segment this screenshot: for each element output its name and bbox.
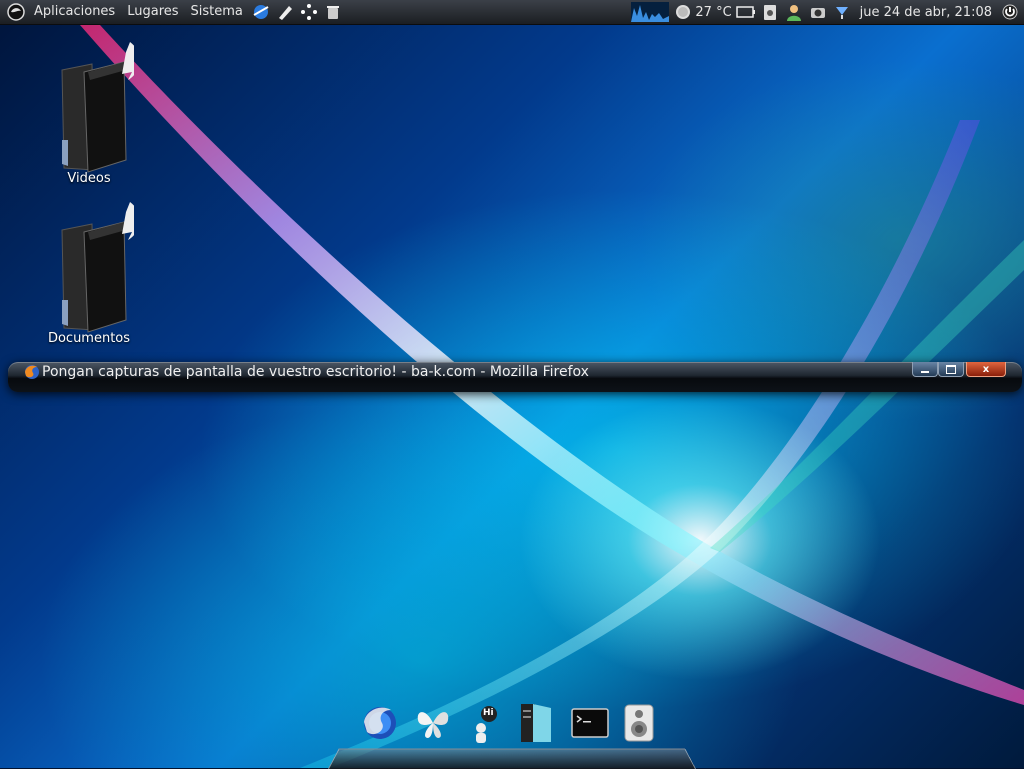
desktop-icon-videos[interactable]: Videos — [44, 40, 140, 186]
firefox-window-titlebar[interactable]: Pongan capturas de pantalla de vuestro e… — [8, 362, 1022, 392]
minimize-button[interactable] — [912, 362, 938, 377]
terminal-icon — [571, 708, 609, 742]
desktop-icon-label: Documentos — [47, 331, 131, 346]
close-button[interactable]: x — [966, 362, 1006, 377]
chat-bubble-text: Hi — [483, 708, 494, 718]
network-launcher-icon[interactable] — [299, 2, 319, 22]
dock-shelf — [328, 748, 696, 769]
close-icon: x — [982, 363, 990, 375]
butterfly-icon — [414, 704, 452, 746]
weather-icon[interactable] — [673, 2, 693, 22]
network-status-icon[interactable] — [832, 2, 852, 22]
clipboard-icon[interactable] — [760, 2, 780, 22]
screenshot-tool-icon[interactable] — [808, 2, 828, 22]
dock-item-terminal[interactable] — [570, 704, 610, 746]
maximize-icon — [946, 364, 956, 374]
firefox-icon — [361, 704, 399, 746]
dock-item-audio[interactable] — [619, 704, 659, 746]
browser-launcher-icon[interactable] — [251, 2, 271, 22]
main-menu-logo-icon[interactable] — [6, 2, 26, 22]
user-switcher-icon[interactable] — [784, 2, 804, 22]
minimize-icon — [921, 371, 929, 373]
dock-item-messenger[interactable] — [413, 704, 453, 746]
top-panel: Aplicaciones Lugares Sistema 27 °C jue 2… — [0, 0, 1024, 25]
speaker-icon — [622, 703, 656, 747]
chat-icon: Hi — [464, 706, 502, 744]
maximize-button[interactable] — [938, 362, 964, 377]
folder-icon — [44, 40, 140, 175]
clock[interactable]: jue 24 de abr, 21:08 — [854, 5, 998, 20]
book-icon — [517, 702, 555, 748]
menu-sistema[interactable]: Sistema — [185, 0, 249, 24]
weather-temperature[interactable]: 27 °C — [695, 5, 731, 20]
desktop-icon-documentos[interactable]: Documentos — [44, 200, 140, 346]
dock-item-chat[interactable]: Hi — [463, 704, 503, 746]
folder-icon — [44, 200, 140, 335]
window-title: Pongan capturas de pantalla de vuestro e… — [42, 364, 589, 380]
text-editor-launcher-icon[interactable] — [275, 2, 295, 22]
system-monitor-icon[interactable] — [631, 2, 670, 22]
power-icon[interactable] — [1000, 2, 1020, 22]
firefox-icon — [24, 364, 40, 380]
menu-lugares[interactable]: Lugares — [121, 0, 184, 24]
trash-launcher-icon[interactable] — [323, 2, 343, 22]
panel-tray: 27 °C jue 24 de abr, 21:08 — [629, 0, 1024, 24]
dock-item-book[interactable] — [516, 704, 556, 746]
menu-aplicaciones[interactable]: Aplicaciones — [28, 0, 121, 24]
dock-item-firefox[interactable] — [356, 702, 408, 750]
battery-icon[interactable] — [735, 2, 756, 22]
